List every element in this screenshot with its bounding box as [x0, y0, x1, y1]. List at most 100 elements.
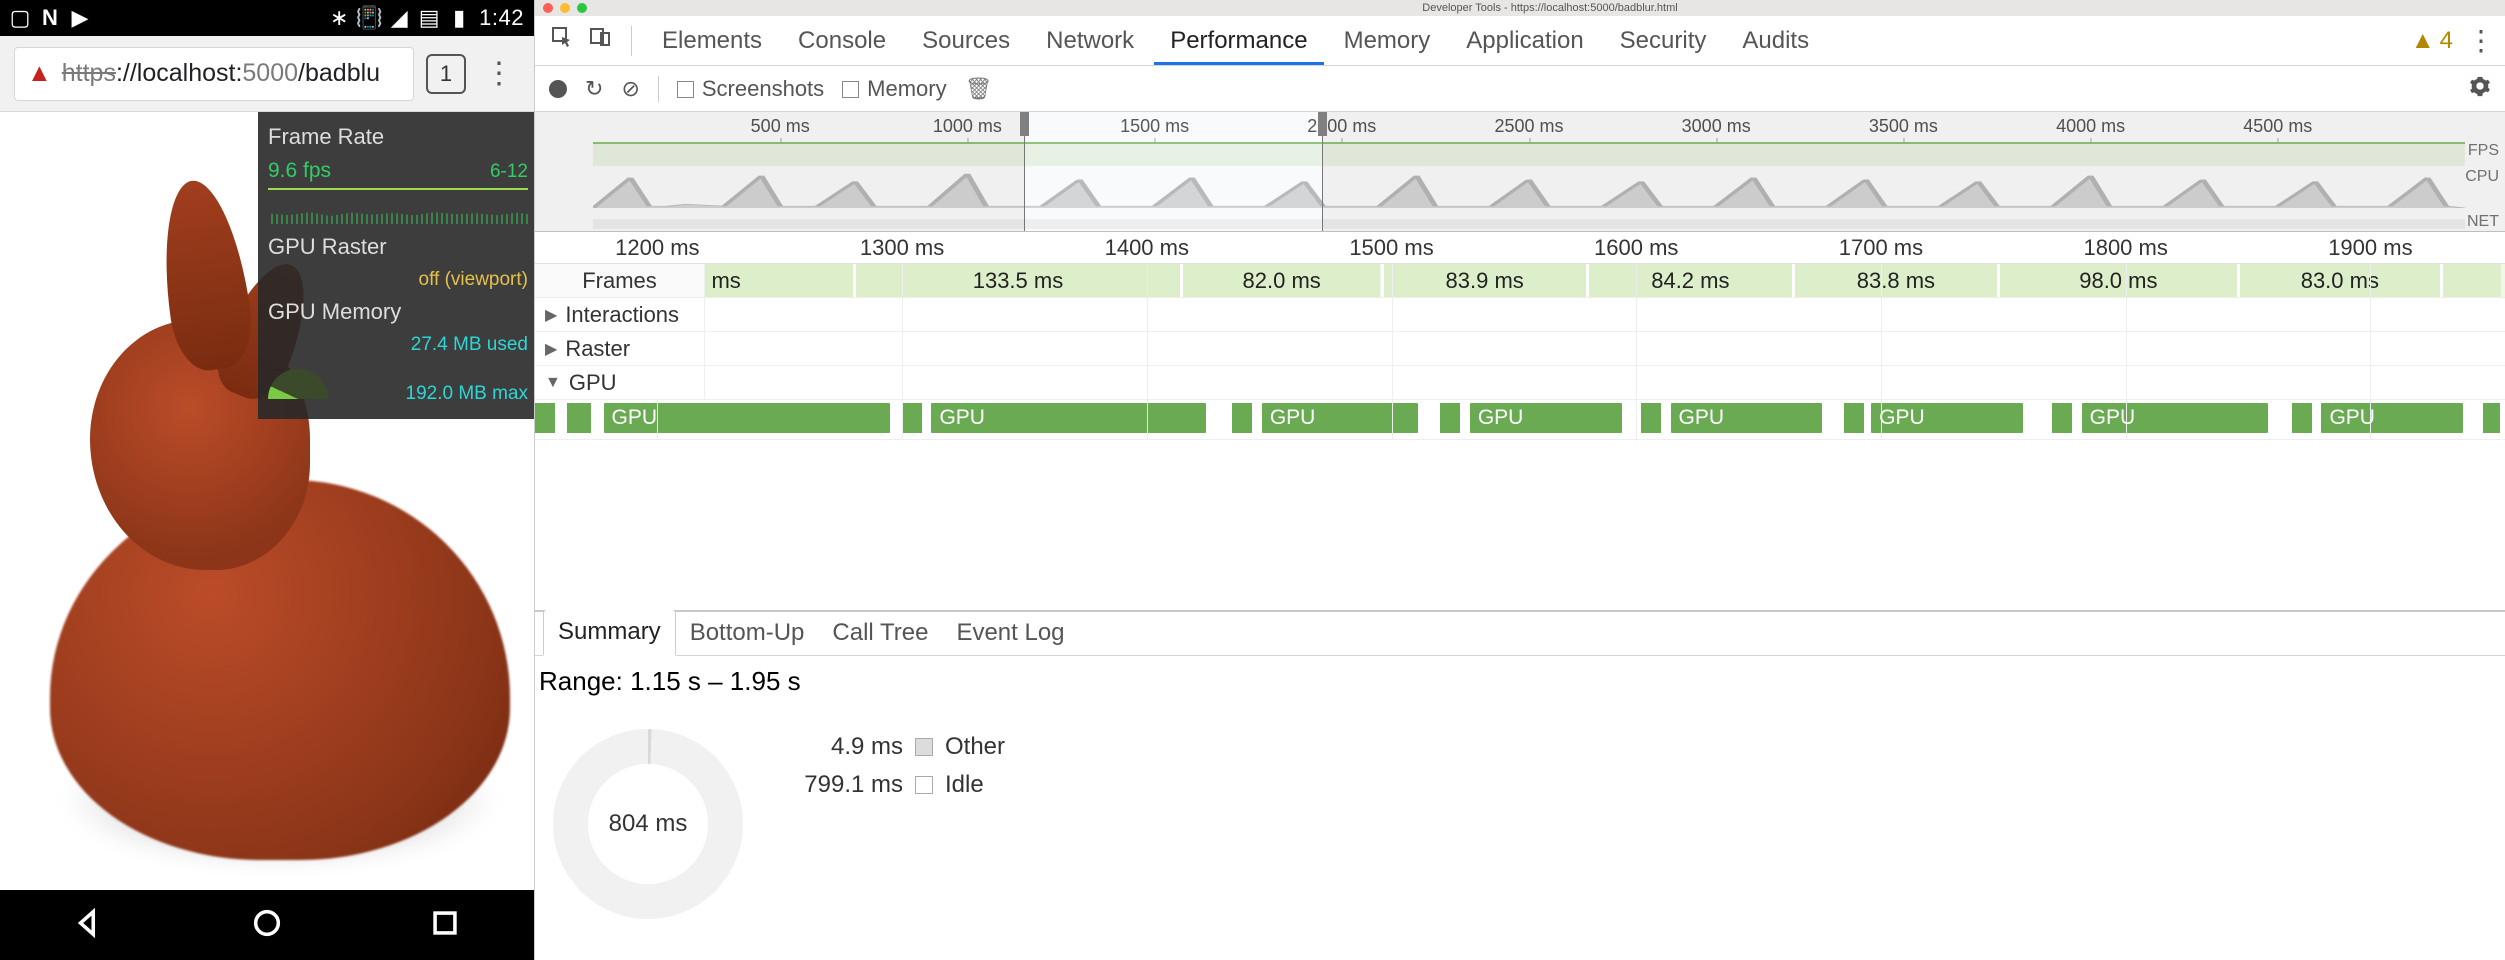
- vibrate-icon: 📳: [359, 8, 379, 28]
- collapse-icon[interactable]: ▼: [545, 374, 561, 392]
- gpu-block[interactable]: [2292, 403, 2312, 433]
- gpu-block[interactable]: [535, 403, 555, 433]
- summary-drawer: SummaryBottom-UpCall TreeEvent Log Range…: [535, 610, 2505, 960]
- flame-body[interactable]: [535, 440, 2505, 610]
- nav-back-button[interactable]: [72, 906, 106, 945]
- warning-count: 4: [2440, 27, 2453, 55]
- legend-swatch: [915, 776, 933, 794]
- tab-network[interactable]: Network: [1030, 17, 1150, 65]
- overview-pane[interactable]: 500 ms1000 ms1500 ms2000 ms2500 ms3000 m…: [535, 112, 2505, 232]
- raster-label: Raster: [565, 336, 630, 362]
- expand-icon[interactable]: ▶: [545, 305, 557, 325]
- gpu-block[interactable]: [2052, 403, 2072, 433]
- url-host: ://localhost:: [116, 59, 242, 88]
- record-button[interactable]: [549, 80, 567, 98]
- tab-audits[interactable]: Audits: [1726, 17, 1825, 65]
- legend-name: Idle: [945, 771, 984, 799]
- gpu-block[interactable]: GPU: [1671, 403, 1823, 433]
- chrome-menu-button[interactable]: ⋮: [478, 56, 520, 91]
- tab-performance[interactable]: Performance: [1154, 17, 1323, 65]
- tab-console[interactable]: Console: [782, 17, 902, 65]
- android-nav-bar: [0, 890, 534, 960]
- warnings-badge[interactable]: ▲ 4: [2411, 27, 2453, 55]
- summary-donut: 804 ms: [553, 729, 743, 919]
- gpu-block[interactable]: [1232, 403, 1252, 433]
- legend-ms: 4.9 ms: [783, 733, 903, 761]
- gpu-block[interactable]: [1641, 403, 1661, 433]
- url-scheme: https: [62, 59, 116, 88]
- flame-ruler-tick: 1700 ms: [1839, 235, 1923, 261]
- status-left-icons: ▢ N ▶: [10, 8, 90, 28]
- gpu-track[interactable]: GPU GPU GPU GPU GPU GPU GPU GPU: [535, 400, 2505, 440]
- range-text: Range: 1.15 s – 1.95 s: [539, 666, 2505, 697]
- gpu-block[interactable]: [567, 403, 591, 433]
- gpu-block[interactable]: GPU: [1470, 403, 1622, 433]
- tab-switcher-button[interactable]: 1: [426, 54, 466, 94]
- page-viewport[interactable]: Frame Rate 9.6 fps 6-12 GPU Raster off (…: [0, 112, 534, 890]
- interactions-track[interactable]: ▶Interactions: [535, 298, 2505, 332]
- legend-ms: 799.1 ms: [783, 771, 903, 799]
- tab-application[interactable]: Application: [1450, 17, 1599, 65]
- frames-track-header[interactable]: Frames: [535, 264, 705, 297]
- gpu-block[interactable]: [1844, 403, 1864, 433]
- address-bar[interactable]: ▲ https://localhost:5000/badblu: [14, 47, 414, 101]
- gpu-block[interactable]: [2483, 403, 2500, 433]
- gpu-block[interactable]: GPU: [1871, 403, 2023, 433]
- drawer-tab-summary[interactable]: Summary: [543, 609, 676, 656]
- frame-cell[interactable]: 83.0 ms: [2237, 264, 2440, 297]
- nav-home-button[interactable]: [250, 906, 284, 945]
- inspect-element-icon[interactable]: [545, 25, 579, 56]
- perf-settings-button[interactable]: [2469, 75, 2491, 103]
- hud-frame-rate-label: Frame Rate: [268, 124, 384, 150]
- frames-label: Frames: [582, 268, 657, 294]
- frame-cell[interactable]: 82.0 ms: [1180, 264, 1381, 297]
- screenshots-toggle[interactable]: Screenshots: [677, 76, 824, 102]
- frame-cell[interactable]: 83.9 ms: [1381, 264, 1586, 297]
- gpu-block[interactable]: GPU: [604, 403, 890, 433]
- gpu-block[interactable]: [902, 403, 922, 433]
- tab-security[interactable]: Security: [1604, 17, 1723, 65]
- drawer-tab-bottom-up[interactable]: Bottom-Up: [676, 611, 819, 655]
- gpu-block[interactable]: GPU: [931, 403, 1205, 433]
- drawer-tab-event-log[interactable]: Event Log: [942, 611, 1078, 655]
- frame-cell[interactable]: [2440, 264, 2501, 297]
- gpu-block[interactable]: GPU: [2321, 403, 2463, 433]
- gpu-track-header-row[interactable]: ▼GPU: [535, 366, 2505, 400]
- gpu-block[interactable]: [1440, 403, 1460, 433]
- frames-track[interactable]: Frames 130.0 ms133.5 ms82.0 ms83.9 ms84.…: [535, 264, 2505, 298]
- drawer-tab-call-tree[interactable]: Call Tree: [818, 611, 942, 655]
- minimize-window-icon[interactable]: [560, 3, 570, 13]
- tab-sources[interactable]: Sources: [906, 17, 1026, 65]
- tab-memory[interactable]: Memory: [1328, 17, 1447, 65]
- url-port: 5000: [242, 59, 298, 88]
- expand-icon[interactable]: ▶: [545, 339, 557, 359]
- zoom-window-icon[interactable]: [577, 3, 587, 13]
- frame-cell[interactable]: 83.8 ms: [1792, 264, 1997, 297]
- frame-cell[interactable]: 84.2 ms: [1586, 264, 1792, 297]
- devtools-tabbar: ElementsConsoleSourcesNetworkPerformance…: [535, 16, 2505, 66]
- overview-handle-left[interactable]: [1020, 112, 1029, 136]
- window-titlebar[interactable]: Developer Tools - https://localhost:5000…: [535, 0, 2505, 16]
- overview-handle-right[interactable]: [1318, 112, 1327, 136]
- flame-ruler[interactable]: 1200 ms1300 ms1400 ms1500 ms1600 ms1700 …: [535, 232, 2505, 264]
- tab-elements[interactable]: Elements: [646, 17, 778, 65]
- play-icon: ▶: [70, 8, 90, 28]
- screenshots-label: Screenshots: [702, 76, 824, 101]
- gpu-block[interactable]: GPU: [1262, 403, 1419, 433]
- device-mode-icon[interactable]: [583, 25, 617, 56]
- raster-track[interactable]: ▶ Raster: [535, 332, 2505, 366]
- reload-record-button[interactable]: ↻: [585, 76, 603, 102]
- memory-toggle[interactable]: Memory: [842, 76, 946, 102]
- flamechart-pane[interactable]: 1200 ms1300 ms1400 ms1500 ms1600 ms1700 …: [535, 232, 2505, 610]
- frame-cell[interactable]: 98.0 ms: [1997, 264, 2237, 297]
- hud-mem-max: 192.0 MB max: [406, 383, 529, 406]
- gc-button[interactable]: 🗑: [965, 76, 993, 102]
- clear-button[interactable]: ⊘: [621, 76, 639, 102]
- warning-icon: ▲: [2411, 27, 2435, 55]
- overview-selection[interactable]: [1024, 112, 1324, 231]
- nav-recents-button[interactable]: [428, 906, 462, 945]
- legend-swatch: [915, 738, 933, 756]
- gpu-block[interactable]: GPU: [2082, 403, 2268, 433]
- devtools-menu-button[interactable]: ⋮: [2467, 24, 2495, 57]
- close-window-icon[interactable]: [543, 3, 553, 13]
